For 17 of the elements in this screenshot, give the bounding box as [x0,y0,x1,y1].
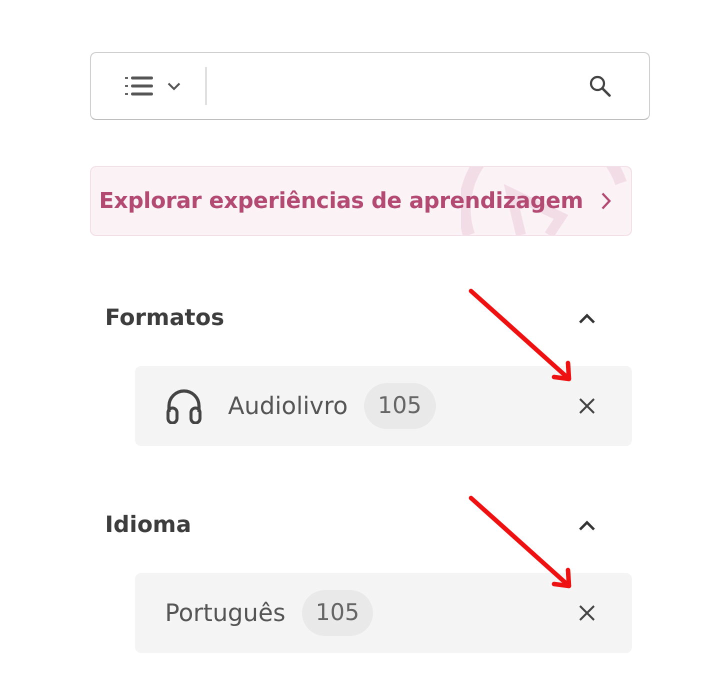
search-icon[interactable] [589,75,611,97]
filter-group-title: Formatos [105,305,224,331]
caret-up-icon[interactable] [578,312,596,324]
chevron-down-icon [167,82,181,90]
list-icon [125,76,153,96]
close-icon[interactable] [578,604,596,622]
close-icon[interactable] [578,397,596,415]
search-field[interactable] [90,52,650,120]
filter-label: Audiolivro [228,392,348,420]
filter-group-title: Idioma [105,512,192,538]
chevron-right-icon [601,192,611,210]
result-count: 105 [302,590,374,636]
filter-label: Português [165,599,286,627]
learning-experiences-link[interactable]: Explorar experiências de aprendizagem [90,166,632,236]
headphones-icon [165,388,203,424]
caret-up-icon[interactable] [578,520,596,530]
result-count: 105 [364,383,436,429]
